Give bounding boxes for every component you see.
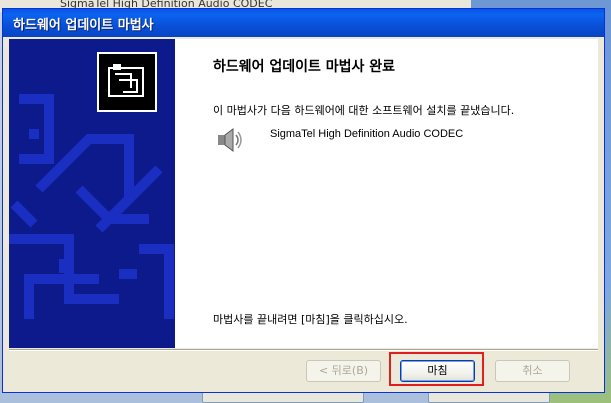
hardware-icon [97, 52, 157, 112]
wizard-side-banner [9, 39, 175, 348]
wizard-description: 이 마법사가 다음 하드웨어에 대한 소프트웨어 설치를 끝냈습니다. [213, 104, 515, 117]
speaker-icon [215, 125, 245, 155]
separator [9, 349, 598, 351]
wizard-content: 하드웨어 업데이트 마법사 완료 이 마법사가 다음 하드웨어에 대한 소프트웨… [9, 39, 598, 348]
finish-button-highlight [389, 352, 484, 386]
finish-instruction: 마법사를 끝내려면 [마침]을 클릭하십시오. [213, 313, 408, 326]
hardware-update-wizard-dialog: 하드웨어 업데이트 마법사 하드웨어 업데이트 마법사 완료 이 마법사가 다음… [2, 8, 605, 393]
back-button[interactable]: < 뒤로(B) [306, 360, 381, 382]
device-name: SigmaTel High Definition Audio CODEC [270, 128, 464, 140]
title-bar[interactable]: 하드웨어 업데이트 마법사 [3, 9, 604, 37]
wizard-heading: 하드웨어 업데이트 마법사 완료 [213, 59, 396, 75]
cancel-button[interactable]: 취소 [495, 360, 570, 382]
window-title: 하드웨어 업데이트 마법사 [13, 18, 154, 33]
